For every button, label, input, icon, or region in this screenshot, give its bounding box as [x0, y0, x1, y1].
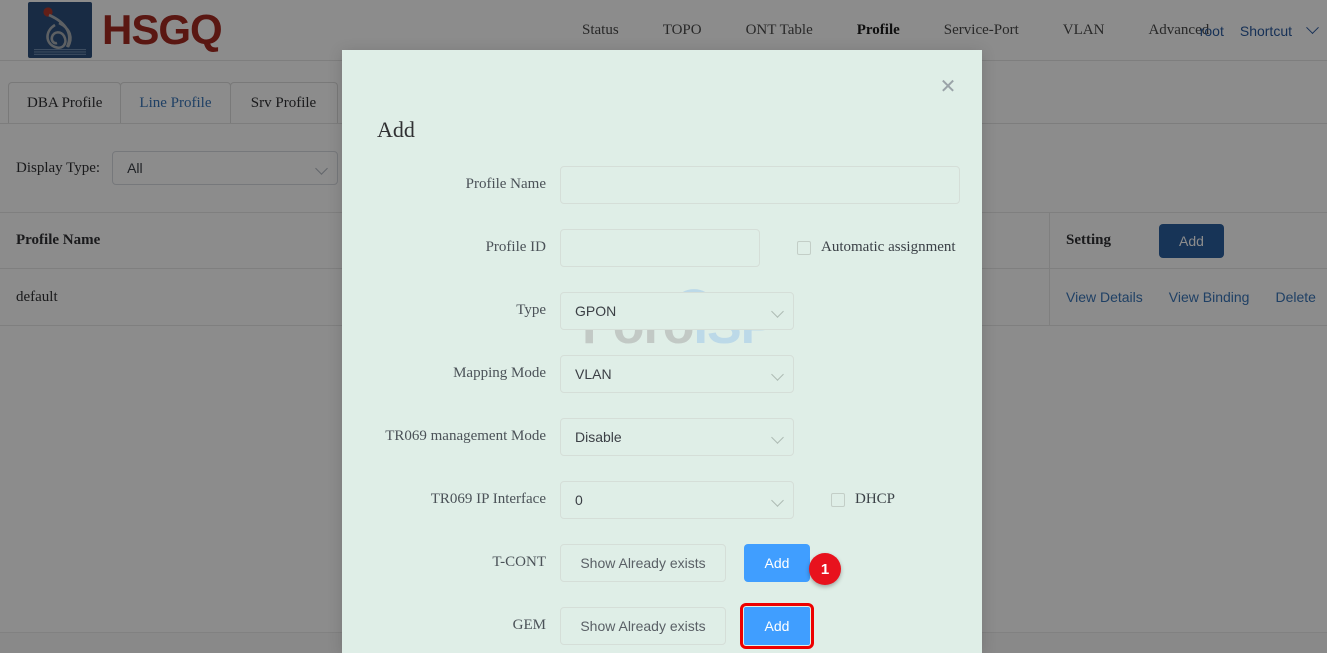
type-select[interactable]: GPON — [560, 291, 794, 330]
label-profile-id: Profile ID — [485, 239, 546, 255]
chevron-down-icon — [771, 430, 784, 444]
label-tr069-management-mode: TR069 management Mode — [385, 428, 546, 444]
tr069-management-mode-select[interactable]: Disable — [560, 417, 794, 456]
chevron-down-icon — [771, 367, 784, 381]
dialog-title: Add — [377, 117, 415, 142]
tr069-ip-interface-select[interactable]: 0 — [560, 480, 794, 519]
tcont-show-existing-button[interactable]: Show Already exists — [560, 543, 726, 582]
chevron-down-icon — [771, 304, 784, 318]
tr069-management-mode-value: Disable — [575, 428, 622, 445]
dialog-form: Profile Name Profile ID Automatic assign… — [342, 153, 982, 653]
label-tcont: T-CONT — [492, 554, 546, 570]
label-automatic-assignment: Automatic assignment — [821, 239, 956, 255]
form-row-type: Type GPON — [342, 279, 982, 342]
add-line-profile-dialog: ForoISP Add ✕ Profile Name Profile ID Au… — [342, 50, 982, 653]
form-row-profile-id: Profile ID Automatic assignment — [342, 216, 982, 279]
automatic-assignment-checkbox-wrap[interactable]: Automatic assignment — [797, 239, 956, 256]
dhcp-checkbox-wrap[interactable]: DHCP — [831, 491, 895, 508]
gem-add-button[interactable]: Add — [740, 602, 814, 649]
tr069-ip-interface-value: 0 — [575, 491, 583, 508]
automatic-assignment-checkbox[interactable] — [797, 240, 811, 255]
profile-name-input[interactable] — [560, 165, 960, 204]
form-row-mapping-mode: Mapping Mode VLAN — [342, 342, 982, 405]
chevron-down-icon — [771, 493, 784, 507]
label-profile-name: Profile Name — [465, 176, 546, 192]
form-row-tr069-management-mode: TR069 management Mode Disable — [342, 405, 982, 468]
mapping-mode-select[interactable]: VLAN — [560, 354, 794, 393]
type-value: GPON — [575, 302, 617, 319]
label-dhcp: DHCP — [855, 491, 896, 507]
form-row-profile-name: Profile Name — [342, 153, 982, 216]
form-row-tr069-ip-interface: TR069 IP Interface 0 DHCP — [342, 468, 982, 531]
annotation-badge-1: 1 — [809, 553, 841, 585]
label-mapping-mode: Mapping Mode — [453, 365, 546, 381]
mapping-mode-value: VLAN — [575, 365, 612, 382]
label-tr069-ip-interface: TR069 IP Interface — [430, 491, 546, 507]
tcont-add-button[interactable]: Add — [744, 543, 810, 582]
label-gem: GEM — [512, 617, 546, 633]
form-row-gem: GEM Show Already exists Add — [342, 594, 982, 653]
close-icon[interactable]: ✕ — [930, 68, 966, 104]
gem-show-existing-button[interactable]: Show Already exists — [560, 606, 726, 645]
profile-id-input[interactable] — [560, 228, 760, 267]
form-row-tcont: T-CONT Show Already exists Add — [342, 531, 982, 594]
label-type: Type — [516, 302, 546, 318]
dhcp-checkbox[interactable] — [831, 492, 845, 507]
